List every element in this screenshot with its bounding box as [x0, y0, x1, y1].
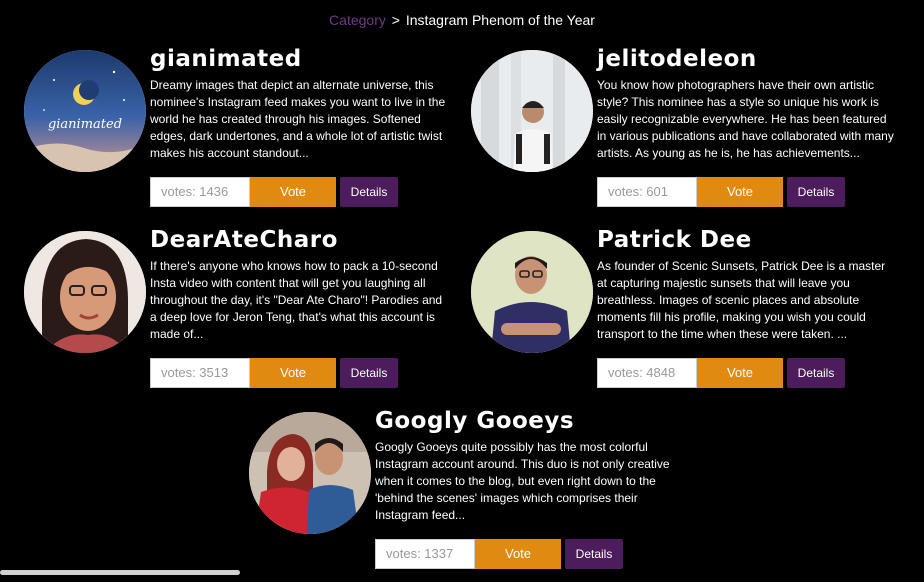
vote-count: votes: 4848 — [597, 358, 697, 388]
avatar-jelitodeleon-image — [471, 50, 593, 172]
details-button[interactable]: Details — [787, 358, 845, 388]
horizontal-scrollbar[interactable] — [0, 570, 240, 575]
nominee-card-patrick-dee: Patrick Dee As founder of Scenic Sunsets… — [471, 227, 911, 401]
nominee-name: Googly Gooeys — [375, 408, 575, 434]
vote-count: votes: 1337 — [375, 539, 475, 569]
vote-count: votes: 3513 — [150, 358, 250, 388]
nominee-name: Patrick Dee — [597, 227, 752, 253]
breadcrumb-separator: > — [391, 12, 400, 28]
vote-button[interactable]: Vote — [250, 177, 336, 207]
nominee-name: DearAteCharo — [150, 227, 338, 253]
nominee-card-jelitodeleon: jelitodeleon You know how photographers … — [471, 46, 911, 220]
nominee-description: Googly Gooeys quite possibly has the mos… — [375, 440, 670, 522]
vote-count: votes: 601 — [597, 177, 697, 207]
avatar-googly-gooeys[interactable] — [249, 412, 371, 534]
nominee-card-gianimated: gianimated gianimated Dreamy images that… — [24, 46, 464, 220]
avatar-patrick-dee-image — [471, 231, 593, 353]
breadcrumb: Category > Instagram Phenom of the Year — [0, 12, 924, 28]
details-button[interactable]: Details — [565, 539, 623, 569]
avatar-dearatecharo-image — [24, 231, 146, 353]
nominee-actions: votes: 601 Vote Details — [597, 177, 845, 207]
avatar-patrick-dee[interactable] — [471, 231, 593, 353]
nominee-name: jelitodeleon — [597, 46, 757, 72]
nominee-description: Dreamy images that depict an alternate u… — [150, 78, 446, 160]
avatar-gianimated-caption: gianimated — [48, 117, 122, 132]
nominee-description: You know how photographers have their ow… — [597, 78, 894, 160]
vote-count: votes: 1436 — [150, 177, 250, 207]
nominee-actions: votes: 4848 Vote Details — [597, 358, 845, 388]
nominee-card-googly-gooeys: Googly Gooeys Googly Gooeys quite possib… — [249, 408, 689, 582]
vote-button[interactable]: Vote — [697, 177, 783, 207]
avatar-jelitodeleon[interactable] — [471, 50, 593, 172]
avatar-googly-gooeys-image — [249, 412, 371, 534]
avatar-dearatecharo[interactable] — [24, 231, 146, 353]
breadcrumb-current: Instagram Phenom of the Year — [405, 12, 595, 28]
avatar-gianimated-image: gianimated — [24, 50, 146, 172]
nominee-actions: votes: 1337 Vote Details — [375, 539, 623, 569]
nominee-description: If there's anyone who knows how to pack … — [150, 259, 443, 341]
details-button[interactable]: Details — [787, 177, 845, 207]
vote-button[interactable]: Vote — [475, 539, 561, 569]
nominee-actions: votes: 3513 Vote Details — [150, 358, 398, 388]
breadcrumb-category-link[interactable]: Category — [329, 12, 386, 28]
details-button[interactable]: Details — [340, 358, 398, 388]
details-button[interactable]: Details — [340, 177, 398, 207]
nominee-card-dearatecharo: DearAteCharo If there's anyone who knows… — [24, 227, 464, 401]
avatar-gianimated[interactable]: gianimated — [24, 50, 146, 172]
vote-button[interactable]: Vote — [697, 358, 783, 388]
nominee-description: As founder of Scenic Sunsets, Patrick De… — [597, 259, 886, 341]
vote-button[interactable]: Vote — [250, 358, 336, 388]
nominee-name: gianimated — [150, 46, 302, 72]
nominee-actions: votes: 1436 Vote Details — [150, 177, 398, 207]
